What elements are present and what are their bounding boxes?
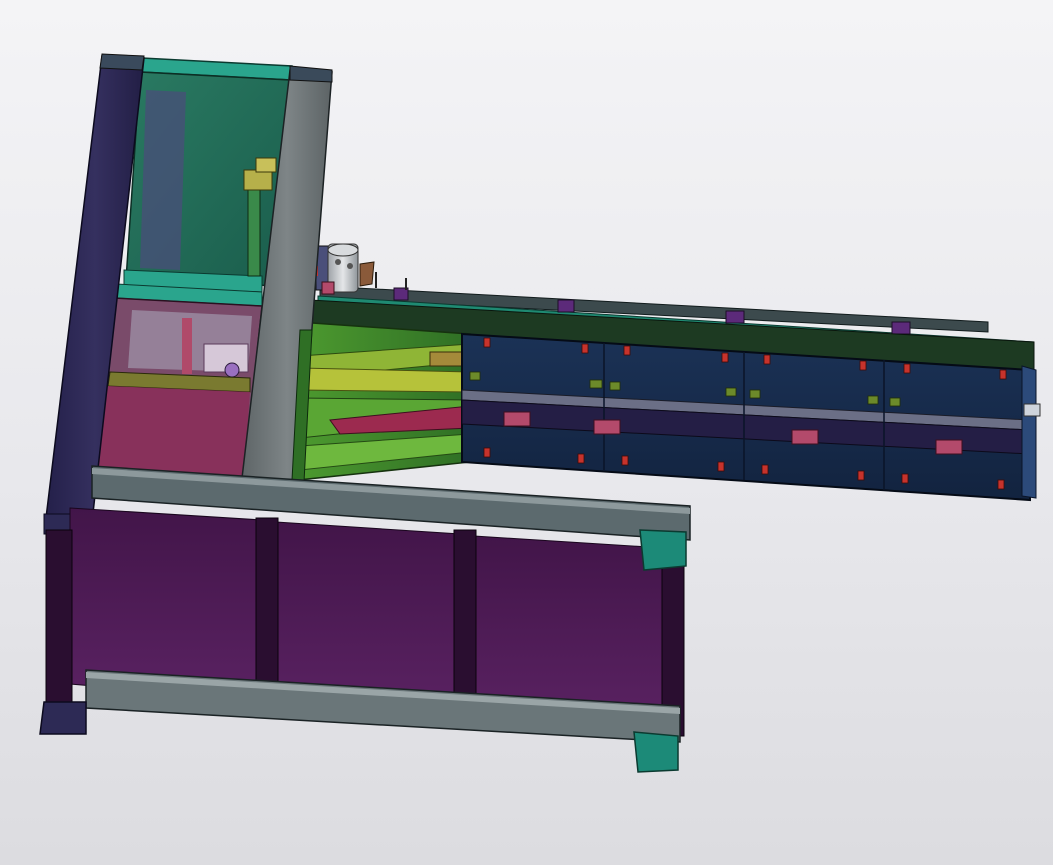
feed-chute[interactable]: [297, 321, 471, 481]
conveyor-end-cap: [1021, 365, 1037, 499]
motor-bolt: [335, 259, 341, 265]
base-frame[interactable]: [39, 465, 691, 773]
glass-inner-panel: [140, 90, 186, 270]
corner-foot-top-right: [639, 529, 687, 571]
base-post: [255, 517, 279, 707]
left-post-top: [99, 53, 145, 71]
actuator-cap: [255, 157, 277, 173]
corner-foot-bottom-left: [39, 701, 87, 735]
base-post: [453, 529, 477, 721]
actuator-head: [243, 169, 273, 191]
cad-viewport[interactable]: [0, 0, 1053, 865]
rail-bracket: [891, 321, 911, 335]
cabinet[interactable]: [43, 53, 333, 535]
column-cap: [289, 65, 333, 83]
lower-post: [182, 318, 192, 374]
control-board-knob: [224, 362, 240, 378]
motor-bracket: [359, 261, 375, 287]
corner-foot-bottom-right: [633, 731, 679, 773]
motor-bolt: [347, 263, 353, 269]
base-post-left: [45, 529, 73, 729]
motor[interactable]: [312, 243, 375, 295]
conveyor-assembly[interactable]: [297, 272, 1041, 502]
chute-fitting: [429, 351, 465, 367]
lower-cabinet-magenta-fill: [96, 386, 250, 476]
end-cap-sensor: [1023, 403, 1041, 417]
actuator-rod: [247, 175, 261, 277]
rail-bracket: [557, 299, 575, 313]
rail-bracket: [725, 310, 745, 324]
cad-model-render[interactable]: [0, 0, 1053, 865]
